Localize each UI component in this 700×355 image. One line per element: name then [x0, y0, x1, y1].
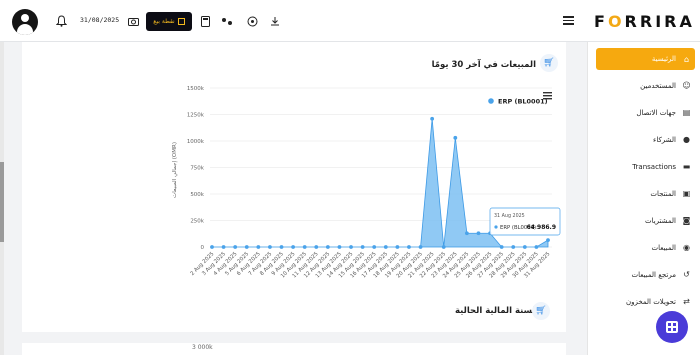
chart-menu-icon	[543, 92, 552, 94]
sidebar-item-label: مرتجع المبيعات	[631, 270, 676, 279]
data-point	[511, 245, 516, 249]
sidebar-item-9[interactable]: مرتجع المبيعات ↺	[596, 265, 695, 284]
brand-logo: FORRIRA	[594, 12, 695, 31]
page-scrollbar[interactable]	[0, 42, 4, 355]
data-point	[372, 245, 377, 249]
sales-area-chart: 0 250k 500k 750k 1000k 1250k 1500k إجمالي المبي…	[172, 86, 561, 279]
top-bar: 31/08/2025 نقطة بيع FORRIRA	[0, 0, 700, 42]
data-point	[256, 245, 261, 249]
data-point	[210, 245, 214, 249]
data-point	[430, 116, 435, 121]
data-point	[314, 245, 319, 249]
legend-marker	[488, 98, 494, 104]
sidebar-item-label: المستخدمين	[640, 81, 676, 90]
sidebar-item-5[interactable]: Transactions ▬	[596, 157, 695, 176]
data-point	[464, 231, 469, 236]
camera-icon[interactable]	[125, 13, 141, 29]
grid-icon	[666, 321, 678, 333]
data-point	[268, 245, 272, 249]
users-icon: ☺	[682, 81, 691, 90]
stock-transfer-icon: ⇄	[683, 297, 690, 306]
chart-menu-icon	[543, 95, 552, 97]
data-point	[522, 245, 527, 249]
fiscal-chart-card	[22, 343, 566, 355]
y-axis-label: إجمالي المبيعات (OMR)	[172, 142, 178, 198]
data-point	[546, 238, 550, 243]
data-point	[360, 245, 365, 249]
y-tick-label: 250k	[190, 219, 204, 225]
y-tick-label: 0	[201, 245, 205, 251]
tooltip-value: 64 986.9	[527, 224, 556, 231]
data-point	[337, 245, 342, 249]
data-point	[244, 245, 249, 249]
download-icon[interactable]	[267, 13, 283, 29]
pos-button-label: نقطة بيع	[153, 18, 175, 25]
data-point	[383, 245, 388, 249]
sidebar-item-8[interactable]: المبيعات ◉	[596, 238, 695, 257]
user-avatar-icon[interactable]	[12, 9, 38, 35]
sidebar-item-3[interactable]: جهات الاتصال ▤	[596, 103, 695, 122]
data-point	[395, 245, 400, 249]
y-tick-label: 1000k	[187, 139, 205, 145]
data-point	[233, 245, 238, 249]
sidebar-item-4[interactable]: الشركاء ●	[596, 130, 695, 149]
pos-button[interactable]: نقطة بيع	[146, 12, 192, 31]
transactions-icon: ▬	[682, 162, 691, 171]
data-point	[407, 245, 411, 249]
cart-icon-2: 🛒︎	[532, 302, 550, 320]
data-point	[441, 245, 446, 249]
sidebar-item-label: المبيعات	[651, 243, 676, 252]
data-point	[279, 245, 284, 249]
tooltip-date: 31 Aug 2025	[494, 213, 525, 219]
sidebar-item-6[interactable]: المنتجات ▣	[596, 184, 695, 203]
y-tick-label: 1500k	[187, 86, 205, 92]
sales-icon: ◉	[683, 243, 690, 252]
sidebar-item-label: تحويلات المخزون	[625, 297, 676, 306]
data-point	[349, 245, 353, 249]
data-point	[476, 231, 481, 236]
sidebar-item-1[interactable]: الرئيسية ⌂	[596, 48, 695, 70]
apps-fab-button[interactable]	[656, 311, 688, 343]
purchases-icon: ◙	[682, 216, 691, 225]
data-point	[325, 245, 330, 249]
pos-icon	[177, 18, 185, 25]
y-tick-label: 500k	[190, 192, 204, 198]
contacts-icon: ▤	[682, 108, 691, 117]
current-date: 31/08/2025	[80, 16, 120, 24]
sidebar-item-label: Transactions	[632, 162, 676, 171]
data-point	[418, 245, 423, 249]
data-point	[291, 245, 296, 249]
tooltip-marker	[494, 225, 498, 229]
calculator-icon[interactable]	[197, 13, 213, 29]
sidebar: الرئيسية ⌂ المستخدمين ☺ جهات الاتصال ▤ الشركاء…	[587, 42, 700, 355]
menu-toggle-icon[interactable]	[563, 16, 574, 25]
toggle-icon[interactable]	[219, 13, 235, 29]
legend-label: ERP (BL0001)	[498, 98, 548, 106]
sidebar-item-10[interactable]: تحويلات المخزون ⇄	[596, 292, 695, 311]
sidebar-item-label: المشتريات	[644, 216, 676, 225]
sidebar-item-label: الرئيسية	[651, 55, 676, 63]
y-tick-label: 1250k	[187, 113, 205, 119]
data-point	[221, 245, 226, 249]
products-icon: ▣	[682, 189, 691, 198]
add-circle-icon[interactable]	[244, 13, 260, 29]
home-icon: ⌂	[683, 54, 690, 64]
sidebar-item-label: جهات الاتصال	[636, 108, 676, 117]
sidebar-item-2[interactable]: المستخدمين ☺	[596, 76, 695, 95]
sidebar-item-label: المنتجات	[650, 189, 676, 198]
sidebar-item-label: الشركاء	[653, 135, 676, 144]
data-point	[499, 245, 504, 249]
data-point	[453, 135, 458, 140]
data-point	[534, 245, 539, 249]
sidebar-item-7[interactable]: المشتريات ◙	[596, 211, 695, 230]
data-point	[302, 245, 307, 249]
y-tick-label: 750k	[190, 166, 204, 172]
fiscal-ytick: 3 000k	[192, 344, 213, 351]
bell-icon[interactable]	[53, 13, 69, 29]
sales-return-icon: ↺	[683, 270, 690, 279]
fiscal-year-title: السنة المالية الحالية	[455, 306, 539, 316]
partner-icon: ●	[683, 135, 690, 144]
